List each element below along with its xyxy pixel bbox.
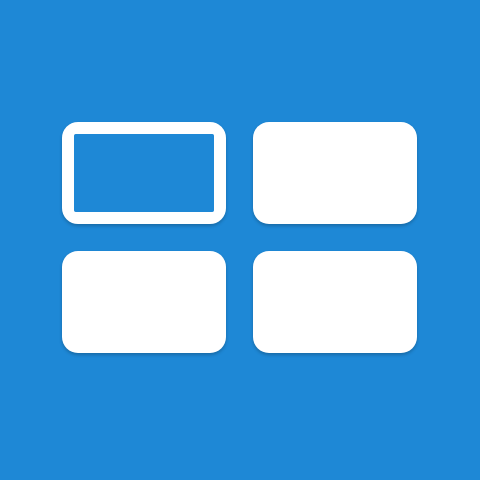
grid-tile-filled [253,251,417,353]
grid-layout-icon [0,0,480,480]
grid-tile-filled [62,251,226,353]
grid-tile-outlined [62,122,226,224]
grid-tile-outlined-inner [74,134,214,212]
grid-tile-filled [253,122,417,224]
